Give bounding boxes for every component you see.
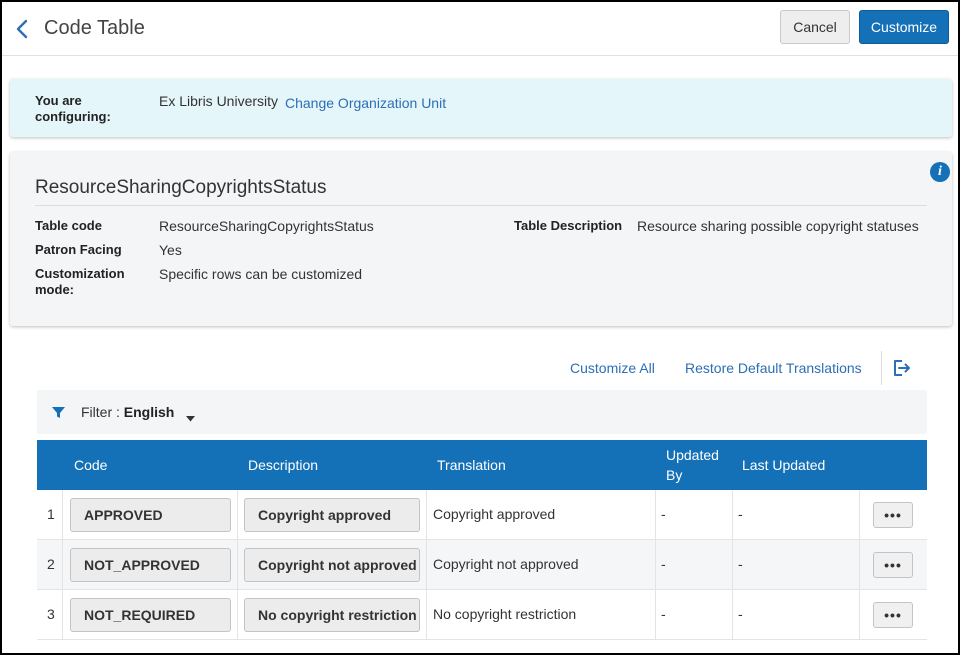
cell-divider bbox=[237, 590, 238, 640]
code-field[interactable]: NOT_APPROVED bbox=[70, 548, 231, 582]
info-divider bbox=[35, 205, 927, 206]
row-number: 2 bbox=[47, 556, 55, 572]
table-row: 1 APPROVED Copyright approved Copyright … bbox=[37, 490, 927, 540]
description-field[interactable]: Copyright approved bbox=[244, 498, 420, 532]
table-code-value: ResourceSharingCopyrightsStatus bbox=[159, 218, 374, 234]
updated-by-cell: - bbox=[661, 556, 666, 572]
actions-separator bbox=[881, 351, 882, 385]
cell-divider bbox=[655, 490, 656, 540]
description-field[interactable]: No copyright restriction bbox=[244, 598, 420, 632]
back-chevron-icon[interactable] bbox=[12, 16, 34, 42]
page-title: Code Table bbox=[44, 17, 145, 39]
customize-button[interactable]: Customize bbox=[859, 10, 949, 44]
cell-divider bbox=[655, 540, 656, 590]
configuring-label: You are configuring: bbox=[35, 93, 111, 124]
cell-divider bbox=[732, 490, 733, 540]
filter-language-value: English bbox=[123, 404, 175, 420]
caret-down-icon[interactable] bbox=[186, 409, 195, 422]
info-icon[interactable]: i bbox=[930, 162, 950, 182]
table-name-title: ResourceSharingCopyrightsStatus bbox=[35, 177, 327, 198]
column-header-translation[interactable]: Translation bbox=[437, 455, 506, 475]
filter-label: Filter : bbox=[81, 404, 120, 420]
cell-divider bbox=[237, 540, 238, 590]
change-organization-unit-link[interactable]: Change Organization Unit bbox=[285, 95, 446, 111]
row-number: 3 bbox=[47, 606, 55, 622]
cell-divider bbox=[655, 590, 656, 640]
code-field[interactable]: NOT_REQUIRED bbox=[70, 598, 231, 632]
row-actions-button[interactable]: ••• bbox=[873, 552, 913, 578]
column-header-last-updated[interactable]: Last Updated bbox=[742, 455, 825, 475]
table-description-label: Table Description bbox=[514, 218, 623, 233]
filter-bar: Filter : English bbox=[37, 390, 927, 434]
customize-all-link[interactable]: Customize All bbox=[570, 360, 655, 376]
translation-cell[interactable]: Copyright not approved bbox=[433, 556, 579, 572]
cell-divider bbox=[859, 590, 860, 640]
column-header-updated-by[interactable]: Updated By bbox=[666, 445, 726, 485]
table-code-label: Table code bbox=[35, 218, 102, 233]
updated-by-cell: - bbox=[661, 606, 666, 622]
code-field[interactable]: APPROVED bbox=[70, 498, 231, 532]
last-updated-cell: - bbox=[738, 556, 743, 572]
page-header: Code Table Cancel Customize bbox=[2, 2, 958, 56]
cancel-button[interactable]: Cancel bbox=[780, 10, 850, 44]
updated-by-cell: - bbox=[661, 506, 666, 522]
row-actions-button[interactable]: ••• bbox=[873, 502, 913, 528]
last-updated-cell: - bbox=[738, 606, 743, 622]
patron-facing-label: Patron Facing bbox=[35, 242, 122, 257]
table-description-value: Resource sharing possible copyright stat… bbox=[637, 218, 919, 234]
last-updated-cell: - bbox=[738, 506, 743, 522]
cell-divider bbox=[237, 490, 238, 540]
patron-facing-value: Yes bbox=[159, 242, 182, 258]
row-number: 1 bbox=[47, 506, 55, 522]
column-header-description[interactable]: Description bbox=[248, 455, 318, 475]
cell-divider bbox=[426, 590, 427, 640]
cell-divider bbox=[426, 540, 427, 590]
table-header: Code Description Translation Updated By … bbox=[37, 440, 927, 490]
code-table-page: Code Table Cancel Customize You are conf… bbox=[0, 0, 960, 655]
configuring-banner: You are configuring: Ex Libris Universit… bbox=[10, 79, 952, 137]
table-row: 3 NOT_REQUIRED No copyright restriction … bbox=[37, 590, 927, 640]
table-info-panel: i ResourceSharingCopyrightsStatus Table … bbox=[10, 152, 952, 326]
cell-divider bbox=[859, 490, 860, 540]
cell-divider bbox=[426, 490, 427, 540]
table-row: 2 NOT_APPROVED Copyright not approved Co… bbox=[37, 540, 927, 590]
cell-divider bbox=[62, 590, 63, 640]
description-field[interactable]: Copyright not approved bbox=[244, 548, 420, 582]
customization-mode-value: Specific rows can be customized bbox=[159, 266, 363, 282]
cell-divider bbox=[62, 490, 63, 540]
customization-mode-label: Customization mode: bbox=[35, 266, 125, 297]
language-filter[interactable]: Filter : English bbox=[81, 404, 174, 420]
cell-divider bbox=[62, 540, 63, 590]
restore-default-translations-link[interactable]: Restore Default Translations bbox=[685, 360, 862, 376]
column-header-code[interactable]: Code bbox=[74, 455, 107, 475]
export-icon[interactable] bbox=[891, 357, 913, 379]
row-actions-button[interactable]: ••• bbox=[873, 602, 913, 628]
cell-divider bbox=[732, 590, 733, 640]
cell-divider bbox=[859, 540, 860, 590]
cell-divider bbox=[732, 540, 733, 590]
translation-cell[interactable]: No copyright restriction bbox=[433, 606, 576, 622]
filter-icon bbox=[51, 405, 66, 420]
organization-unit-name: Ex Libris University bbox=[159, 93, 279, 109]
translation-cell[interactable]: Copyright approved bbox=[433, 506, 555, 522]
